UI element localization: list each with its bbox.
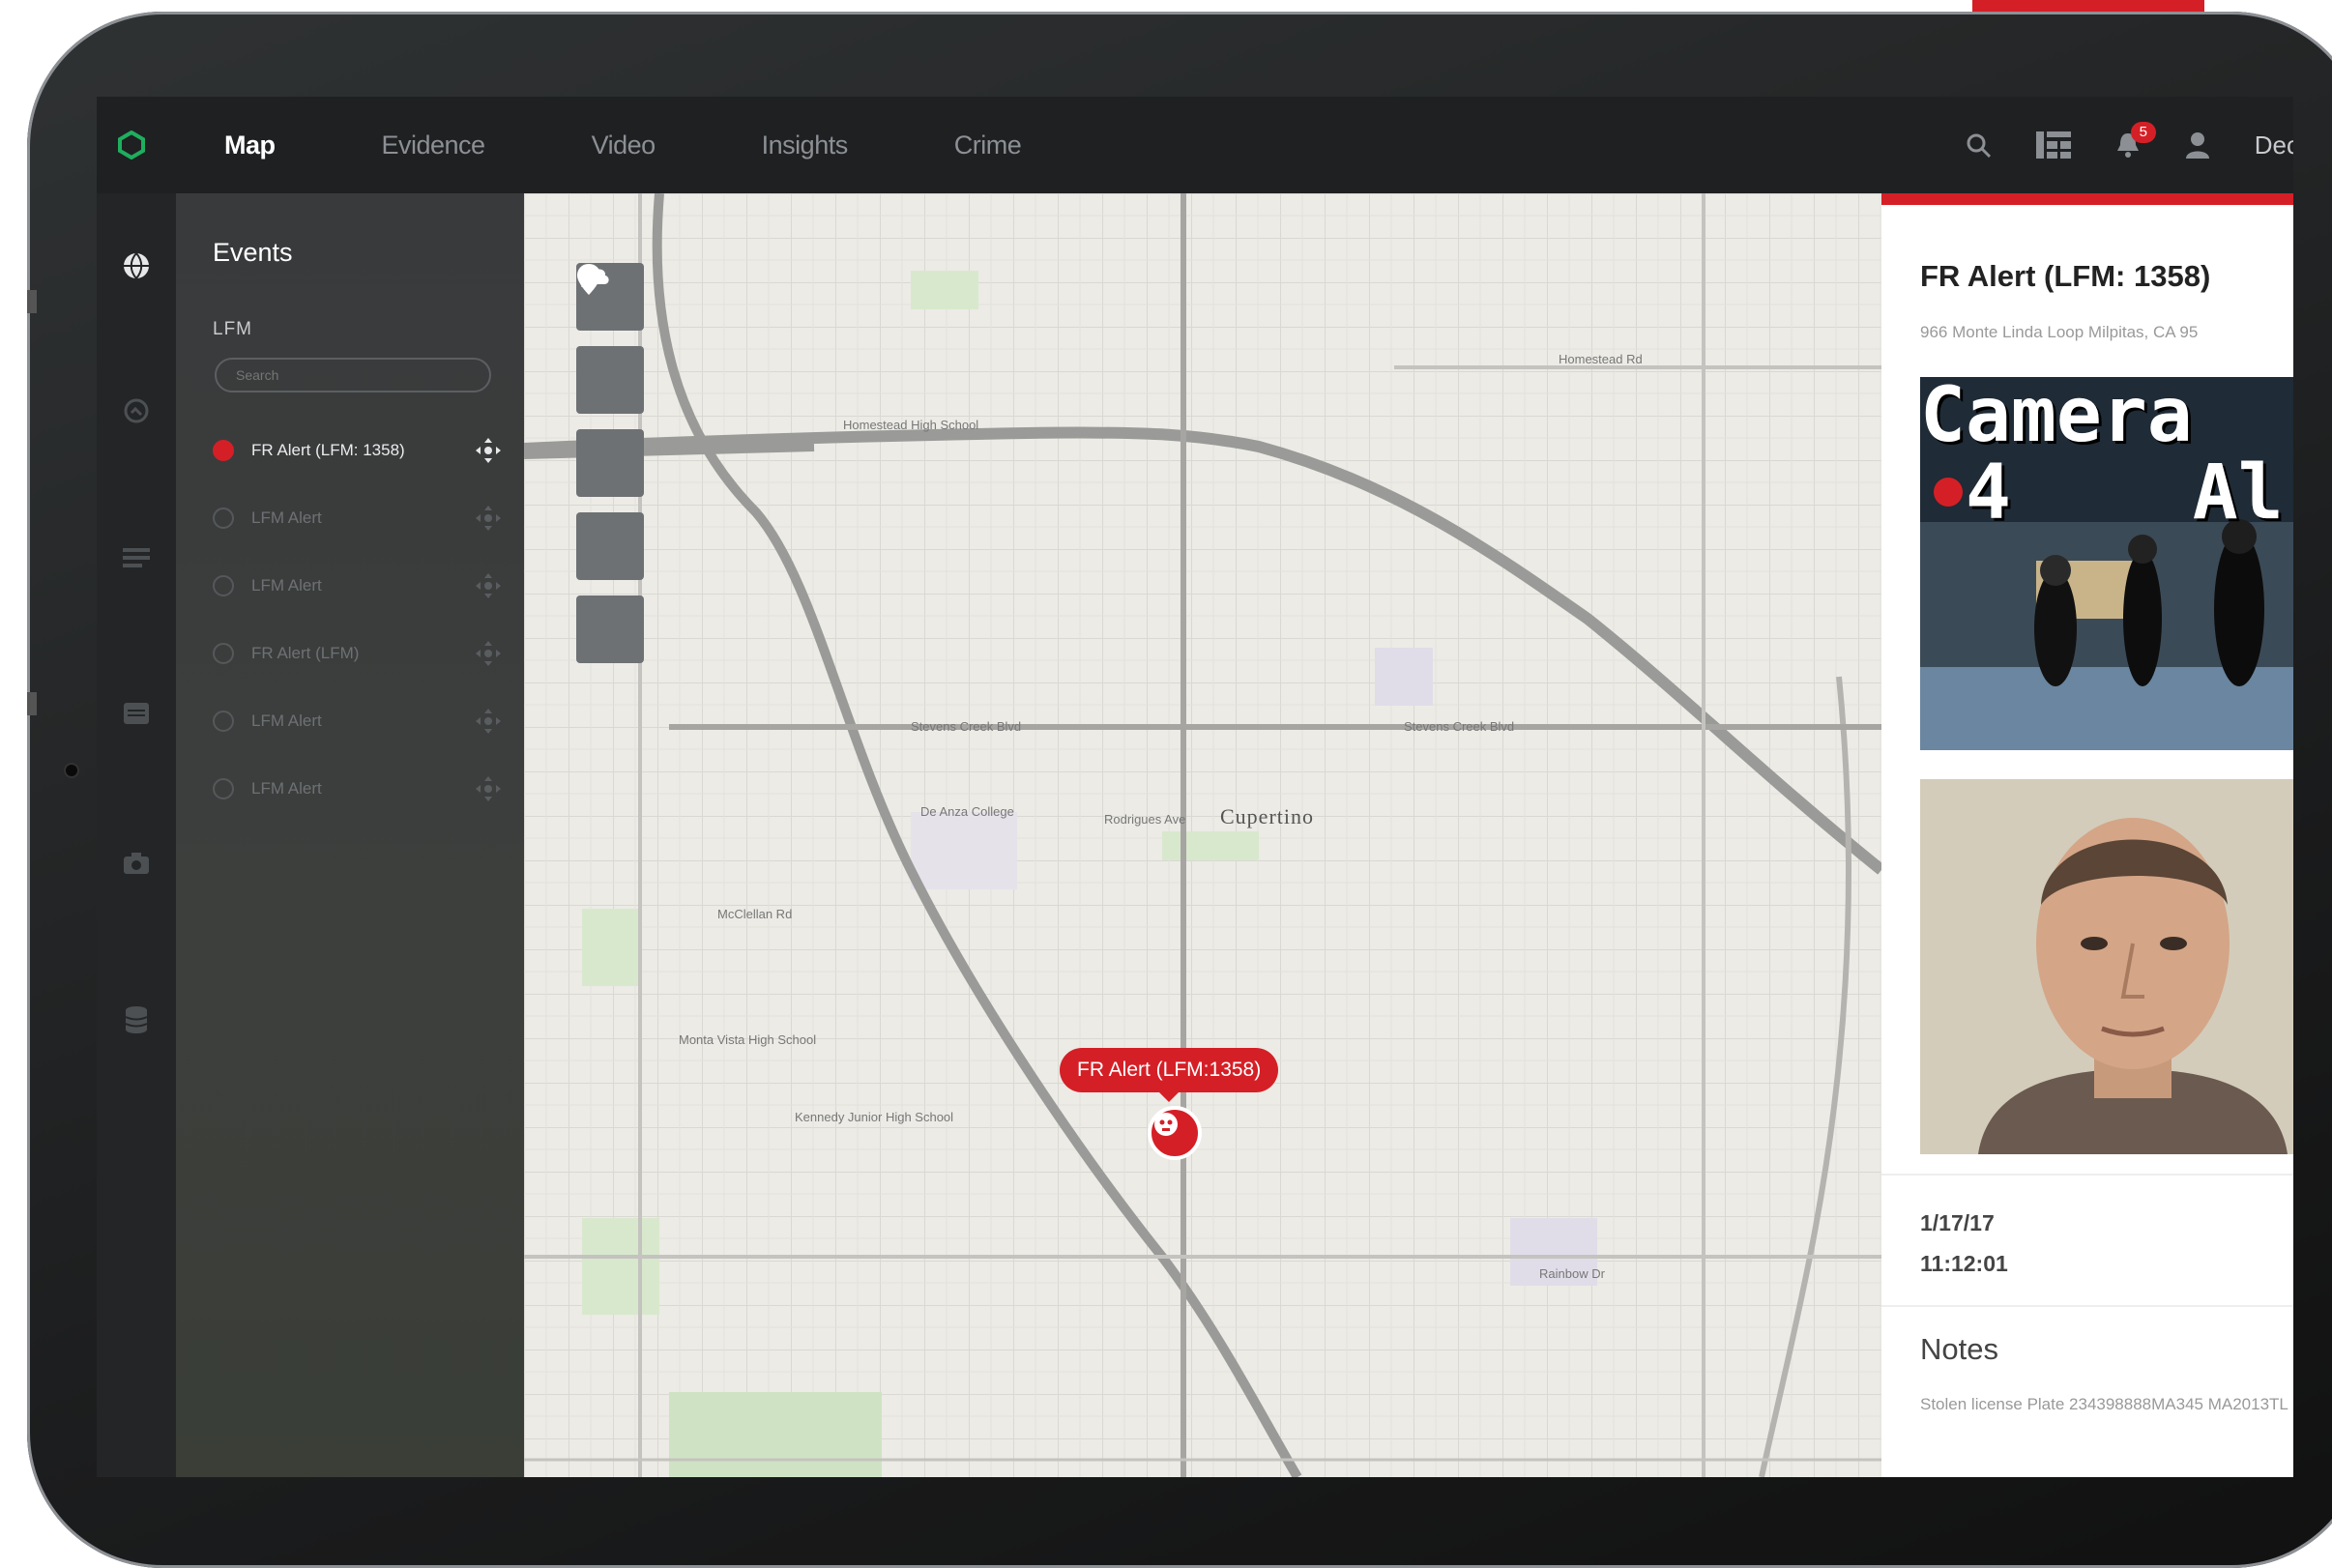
weather-cloud-button[interactable] bbox=[576, 268, 644, 663]
zoom-out-button[interactable] bbox=[576, 276, 644, 414]
map-toolbar bbox=[576, 263, 644, 679]
map-street-label: Rainbow Dr bbox=[1539, 1266, 1605, 1281]
detail-divider bbox=[1881, 1174, 2293, 1176]
locate-on-map-icon[interactable] bbox=[474, 639, 503, 668]
event-label: LFM Alert bbox=[251, 508, 322, 527]
map-place-label: Homestead High School bbox=[843, 418, 979, 432]
locate-on-map-icon[interactable] bbox=[474, 707, 503, 736]
event-radio[interactable] bbox=[213, 778, 234, 799]
event-label: LFM Alert bbox=[251, 779, 322, 798]
alert-marker-callout[interactable]: FR Alert (LFM:1358) bbox=[1060, 1048, 1279, 1102]
search-icon[interactable] bbox=[1965, 131, 1992, 159]
device-camera bbox=[64, 763, 79, 778]
left-icon-rail bbox=[97, 193, 176, 1477]
events-panel-title: Events bbox=[213, 238, 293, 267]
alert-date: 1/17/17 bbox=[1920, 1210, 1995, 1235]
nav-tab-evidence[interactable]: Evidence bbox=[382, 131, 486, 160]
events-search-input[interactable] bbox=[215, 358, 491, 392]
map-street-label: Rodrigues Ave bbox=[1104, 812, 1186, 827]
device-side-button bbox=[27, 290, 37, 313]
locate-on-map-icon[interactable] bbox=[474, 504, 503, 533]
user-avatar-icon[interactable] bbox=[2185, 131, 2210, 159]
calendar-icon[interactable] bbox=[120, 696, 153, 729]
nav-tab-crime[interactable]: Crime bbox=[954, 131, 1022, 160]
map-view[interactable]: Homestead Rd Stevens Creek Blvd Stevens … bbox=[524, 193, 1881, 1477]
nav-tab-map[interactable]: Map bbox=[224, 131, 276, 160]
analytics-icon[interactable] bbox=[120, 394, 153, 427]
event-list-item[interactable]: FR Alert (LFM) bbox=[213, 634, 503, 673]
camera-icon[interactable] bbox=[120, 847, 153, 880]
locate-on-map-icon[interactable] bbox=[474, 571, 503, 600]
event-radio[interactable] bbox=[213, 643, 234, 664]
notes-heading: Notes bbox=[1920, 1332, 1998, 1366]
map-street-label: Stevens Creek Blvd bbox=[911, 719, 1022, 734]
map-roads-layer bbox=[524, 193, 1881, 1477]
event-label: FR Alert (LFM: 1358) bbox=[251, 441, 405, 459]
event-list-item[interactable]: LFM Alert bbox=[213, 499, 503, 537]
locate-on-map-icon[interactable] bbox=[474, 774, 503, 803]
lfm-section-label: LFM bbox=[213, 319, 252, 339]
top-right-actions: 5 Dec bbox=[1965, 97, 2293, 193]
face-alert-marker-icon[interactable] bbox=[1148, 1106, 1202, 1160]
map-place-label: De Anza College bbox=[920, 804, 1014, 819]
camera-snapshot-image[interactable]: Camera 4 Al bbox=[1920, 377, 2293, 750]
dashboard-grid-icon[interactable] bbox=[2035, 131, 2071, 159]
app-screen: Map Evidence Video Insights Crime 5 Dec bbox=[97, 97, 2293, 1477]
camera-overlay-text: Camera 4 Al bbox=[1920, 377, 2284, 537]
map-city-label: Cupertino bbox=[1220, 804, 1314, 828]
notes-text: Stolen license Plate 234398888MA345 MA20… bbox=[1920, 1395, 2288, 1413]
drop-pin-button[interactable] bbox=[576, 264, 644, 497]
event-radio[interactable] bbox=[213, 711, 234, 732]
alert-address: 966 Monte Linda Loop Milpitas, CA 95 bbox=[1920, 323, 2199, 341]
alert-time: 11:12:01 bbox=[1920, 1251, 2008, 1276]
event-radio[interactable] bbox=[213, 508, 234, 529]
globe-icon[interactable] bbox=[120, 249, 153, 282]
event-list-item[interactable]: LFM Alert bbox=[213, 702, 503, 740]
nav-tab-video[interactable]: Video bbox=[592, 131, 656, 160]
event-label: LFM Alert bbox=[251, 576, 322, 595]
event-list-item[interactable]: LFM Alert bbox=[213, 566, 503, 605]
detail-divider bbox=[1881, 1305, 2293, 1307]
event-selected-radio[interactable] bbox=[213, 440, 234, 461]
alert-detail-panel: FR Alert (LFM: 1358) 966 Monte Linda Loo… bbox=[1881, 193, 2293, 1477]
draw-pencil-button[interactable] bbox=[576, 267, 644, 580]
event-label: FR Alert (LFM) bbox=[251, 644, 360, 662]
database-icon[interactable] bbox=[120, 1003, 153, 1036]
locate-on-map-icon[interactable] bbox=[474, 436, 503, 465]
event-radio[interactable] bbox=[213, 575, 234, 596]
list-icon[interactable] bbox=[120, 541, 153, 574]
face-portrait bbox=[1920, 779, 2293, 1154]
events-panel: Events LFM FR Alert (LFM: 1358) LFM Aler… bbox=[176, 193, 524, 1477]
suspect-face-image[interactable] bbox=[1920, 779, 2293, 1154]
map-street-label: Stevens Creek Blvd bbox=[1404, 719, 1515, 734]
event-list-item[interactable]: FR Alert (LFM: 1358) bbox=[213, 431, 503, 470]
recording-indicator-icon bbox=[1934, 478, 1963, 507]
notification-count-badge: 5 bbox=[2130, 122, 2156, 143]
user-name-label[interactable]: Dec bbox=[2255, 131, 2293, 160]
alert-title: FR Alert (LFM: 1358) bbox=[1920, 259, 2211, 293]
event-list-item[interactable]: LFM Alert bbox=[213, 769, 503, 808]
device-side-button bbox=[27, 692, 37, 715]
map-street-label: Homestead Rd bbox=[1559, 352, 1643, 366]
map-street-label: McClellan Rd bbox=[717, 907, 793, 921]
map-place-label: Kennedy Junior High School bbox=[795, 1110, 954, 1124]
app-logo-icon[interactable] bbox=[112, 126, 151, 164]
map-place-label: Monta Vista High School bbox=[679, 1032, 817, 1047]
main-nav: Map Evidence Video Insights Crime bbox=[224, 131, 1127, 160]
notifications-bell-icon[interactable]: 5 bbox=[2115, 122, 2156, 159]
event-label: LFM Alert bbox=[251, 711, 322, 730]
top-navigation-bar: Map Evidence Video Insights Crime 5 Dec bbox=[97, 97, 2293, 193]
nav-tab-insights[interactable]: Insights bbox=[762, 131, 849, 160]
